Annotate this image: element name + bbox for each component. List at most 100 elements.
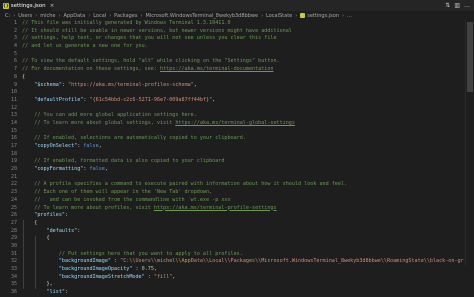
line-number: 26 bbox=[10, 212, 17, 219]
breadcrumb-item[interactable]: Local bbox=[93, 13, 106, 19]
code-line[interactable]: "defaultProfile": "{61c54bbd-c2c6-5271-9… bbox=[22, 97, 464, 105]
code-line[interactable] bbox=[22, 51, 464, 59]
line-number: 22 bbox=[10, 181, 17, 188]
line-number: 13 bbox=[10, 112, 17, 119]
code-link[interactable]: https://aka.ms/terminal-profile-settings bbox=[154, 205, 277, 211]
code-line[interactable]: "defaults": bbox=[22, 228, 464, 236]
breadcrumb-item[interactable]: settings.json bbox=[307, 13, 339, 19]
more-actions-icon[interactable]: … bbox=[464, 2, 470, 9]
vertical-scrollbar[interactable] bbox=[465, 20, 474, 266]
line-number: 30 bbox=[10, 242, 17, 249]
code-token: // and can be invoked from the commandli… bbox=[22, 196, 234, 203]
code-link[interactable]: https://aka.ms/terminal-global-settings bbox=[175, 120, 295, 126]
code-line[interactable]: // and let us generate a new one for you… bbox=[22, 43, 464, 51]
open-changes-icon[interactable]: ⇅ bbox=[445, 2, 450, 9]
code-token: // and let us generate a new one for you… bbox=[22, 43, 148, 50]
code-token: false bbox=[83, 143, 99, 149]
breadcrumb-item[interactable]: Users bbox=[18, 13, 32, 19]
code-line[interactable]: // To learn more about global settings, … bbox=[22, 120, 464, 128]
code-line[interactable]: // Each one of them will appear in the '… bbox=[22, 189, 464, 197]
code-line[interactable]: }, bbox=[22, 281, 464, 289]
code-token: , bbox=[193, 81, 197, 88]
code-line[interactable] bbox=[22, 89, 464, 97]
code-line[interactable]: // A profile specifies a command to exec… bbox=[22, 181, 464, 189]
breadcrumb-item[interactable]: LocalState bbox=[266, 13, 292, 19]
line-number: 12 bbox=[10, 104, 17, 111]
code-line[interactable]: "backgroundImage" : "C:\\Users\\michel\\… bbox=[22, 258, 464, 266]
line-number: 18 bbox=[10, 150, 17, 157]
code-line[interactable]: { bbox=[22, 74, 464, 82]
editor-actions: ⇅ ▥ … bbox=[445, 1, 470, 10]
code-token: { bbox=[22, 219, 38, 226]
breadcrumb-item[interactable]: AppData bbox=[63, 13, 85, 19]
code-line[interactable]: // For documentation on these settings, … bbox=[22, 66, 464, 74]
code-line[interactable] bbox=[22, 105, 464, 113]
code-editor[interactable]: 1 2 3 4 5 6 7 8 9 10 11 12 13 14 15 16 17 18 19 20 21 22 23 24 2… bbox=[0, 20, 474, 295]
code-token: // You can add more global application s… bbox=[22, 112, 197, 119]
code-line[interactable]: "copyFormatting": false, bbox=[22, 166, 464, 174]
code-token: // Put settings here that you want to ap… bbox=[22, 250, 243, 257]
code-token: "C:\\Users\\michel\\AppData\\Local\\Pack… bbox=[120, 258, 464, 265]
chevron-right-icon: › bbox=[109, 12, 112, 19]
breadcrumb-item[interactable]: … bbox=[347, 13, 352, 19]
code-line[interactable] bbox=[22, 174, 464, 182]
code-line[interactable]: "$schema": "https://aka.ms/terminal-prof… bbox=[22, 82, 464, 90]
code-token: "$schema" bbox=[34, 81, 62, 88]
chevron-right-icon: › bbox=[295, 12, 298, 19]
code-line[interactable]: "copyOnSelect": false, bbox=[22, 143, 464, 151]
code-token: // To learn more about profiles, visit bbox=[22, 204, 154, 211]
code-token: "copyFormatting" bbox=[34, 166, 84, 173]
line-number: 14 bbox=[10, 119, 17, 126]
code-line[interactable]: // If enabled, formatted data is also co… bbox=[22, 158, 464, 166]
code-line[interactable]: "list": bbox=[22, 289, 464, 297]
code-line[interactable]: // Put settings here that you want to ap… bbox=[22, 251, 464, 259]
split-editor-icon[interactable]: ▥ bbox=[454, 2, 460, 9]
code-line[interactable]: // If enabled, selections are automatica… bbox=[22, 135, 464, 143]
code-token: : bbox=[110, 258, 121, 265]
code-line[interactable]: "backgroundImageOpacity" : 0.75, bbox=[22, 266, 464, 274]
indent-guide bbox=[35, 235, 37, 290]
code-token: "fill" bbox=[153, 273, 173, 280]
code-token: "defaultProfile" bbox=[34, 96, 84, 103]
code-line[interactable]: "backgroundImageStretchMode" : "fill", bbox=[22, 274, 464, 282]
line-number: 10 bbox=[10, 89, 17, 96]
code-line[interactable]: // and can be invoked from the commandli… bbox=[22, 197, 464, 205]
line-number: 9 bbox=[13, 81, 17, 88]
code-line[interactable]: // You can add more global application s… bbox=[22, 112, 464, 120]
breadcrumb-item[interactable]: Packages bbox=[114, 13, 137, 19]
code-line[interactable]: "profiles": bbox=[22, 212, 464, 220]
code-token: // Each one of them will appear in the '… bbox=[22, 189, 213, 196]
code-line[interactable]: // To view the default settings, hold "a… bbox=[22, 58, 464, 66]
code-line[interactable] bbox=[22, 151, 464, 159]
json-file-icon bbox=[300, 13, 306, 18]
scrollbar-thumb[interactable] bbox=[467, 22, 473, 92]
code-token: // To learn more about global settings, … bbox=[22, 119, 176, 126]
line-number: 20 bbox=[10, 166, 17, 173]
code-token: // settings, help text, or changes that … bbox=[22, 35, 277, 42]
code-area[interactable]: // This file was initially generated by … bbox=[22, 20, 464, 295]
code-link[interactable]: https://aka.ms/terminal-documentation bbox=[160, 66, 273, 72]
close-icon[interactable]: × bbox=[50, 3, 55, 9]
code-line[interactable]: // This file was initially generated by … bbox=[22, 20, 464, 28]
code-line[interactable] bbox=[22, 243, 464, 251]
code-line[interactable]: // To learn more about profiles, visit h… bbox=[22, 205, 464, 213]
code-token: "defaults" bbox=[46, 227, 78, 234]
breadcrumb-item[interactable]: C: bbox=[5, 13, 10, 19]
code-line[interactable] bbox=[22, 128, 464, 136]
line-number: 16 bbox=[10, 135, 17, 142]
code-line[interactable]: { bbox=[22, 220, 464, 228]
line-number-gutter: 1 2 3 4 5 6 7 8 9 10 11 12 13 14 15 16 17 18 19 20 21 22 23 24 2… bbox=[0, 20, 20, 295]
code-token: // If enabled, formatted data is also co… bbox=[22, 158, 225, 165]
code-token: , bbox=[153, 266, 157, 272]
code-token: "backgroundImageOpacity" bbox=[58, 266, 133, 272]
code-line[interactable]: // settings, help text, or changes that … bbox=[22, 35, 464, 43]
code-line[interactable]: // It should still be usable in newer ve… bbox=[22, 28, 464, 36]
chevron-right-icon: › bbox=[140, 12, 143, 19]
breadcrumb-item[interactable]: Microsoft.WindowsTerminal_8wekyb3d8bbwe bbox=[146, 13, 259, 19]
tab-settings-json[interactable]: {} settings.json × bbox=[0, 0, 55, 11]
code-line[interactable]: { bbox=[22, 235, 464, 243]
line-number: 11 bbox=[10, 96, 17, 103]
breadcrumb-item[interactable]: miche bbox=[40, 13, 55, 19]
